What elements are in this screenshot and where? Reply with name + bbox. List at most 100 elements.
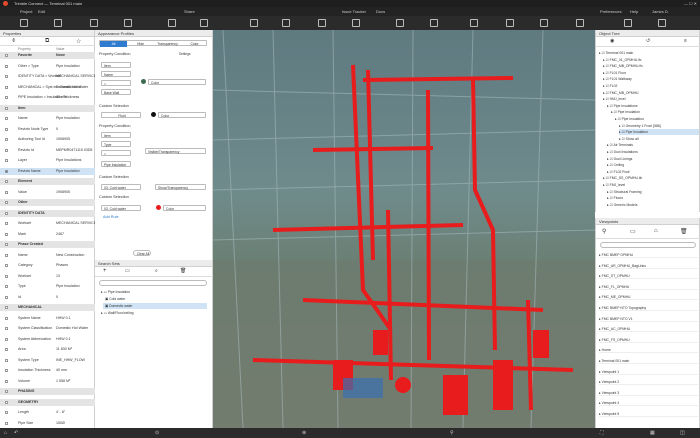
expand-icon[interactable]: ▸ ☑ [607,203,614,207]
property-row[interactable]: Volume 1 558 M³ [0,378,95,385]
clip-icon[interactable] [430,19,438,27]
property-row[interactable]: Id 0 [0,294,95,301]
expand-icon[interactable]: ▸ ☑ [619,124,626,128]
tree-node[interactable]: ▸ ☑ FL01 Walkway [603,76,699,82]
expand-icon[interactable]: ▸ ☑ [607,157,614,161]
property-category[interactable]: Item [0,104,95,112]
expand-icon[interactable]: ▸ ☑ [619,137,626,141]
viewpoint-item[interactable]: ▸ FMC_ME_OPMHU [599,294,698,301]
home-icon[interactable] [20,19,28,27]
tree-node[interactable]: ▸ ☑ Duct Insulations [607,149,699,155]
viewpoint-item[interactable]: ▸ Viewpoint 1 [599,369,698,375]
menu-issue-tracker[interactable]: Issue Tracker [342,7,366,16]
property-row[interactable]: System Abbreviation HHW 0.1 [0,336,95,343]
tree-node[interactable]: ▸ ☑ FMC_SS_OPMHU.ifc [603,175,699,181]
property-row[interactable]: Insulation Thickness 40 mm [0,367,95,374]
favorite-checkbox[interactable] [5,327,8,330]
favorite-checkbox[interactable] [5,358,8,362]
undo-icon[interactable]: ↶ [14,430,18,436]
property-row[interactable]: Other > Type Pipe Insulation [0,63,95,70]
property-category[interactable]: IDENTITY DATA [0,209,95,217]
folder-add-icon[interactable]: ▭ [630,228,636,235]
funnel-icon[interactable]: ⌽ [12,38,16,45]
property-row[interactable]: Mark 2467 [0,231,95,238]
favorite-checkbox[interactable] [5,264,8,267]
viewpoint-item[interactable]: ▸ FMC BMEP OPMHU [599,252,698,258]
custom-selection-fluid[interactable]: Fluid [101,112,141,118]
menu-icon[interactable]: ≡ [684,38,687,44]
favorite-checkbox[interactable] [5,222,8,225]
viewpoint-item[interactable]: ▸ FMC_FS_OPMHU [599,337,698,343]
menu-preferences[interactable]: Preferences [600,7,622,16]
tree-node[interactable]: ▸ ☑ FL02 [603,83,699,89]
search-set-item[interactable]: ▣ Cold water [105,296,125,302]
expand-icon[interactable]: ▸ ☑ [603,71,610,75]
property-row[interactable]: Type Pipe Insulation [0,283,95,290]
user-name[interactable]: James D. [652,7,669,16]
property-row[interactable]: System Type INE_HHW_FLOW [0,357,95,364]
tab-hide[interactable]: Hide [127,41,154,47]
property-row[interactable]: Workset MECHANICAL SERVICE SOCTMORE [0,220,95,227]
color-select[interactable]: Color [148,79,206,85]
tree-node[interactable]: ▸ ☑ FMC_MB_OPMHU.ifc [603,63,699,69]
custom-selection-cold-water[interactable]: 03. Cold water [101,184,141,190]
favorite-checkbox[interactable] [5,159,8,162]
home-icon[interactable]: ⌂ [654,228,658,234]
color-swatch-black[interactable] [151,112,156,117]
tree-node[interactable]: ▸ ☑ Geometry 1 Front [586] [619,123,699,129]
settings-link[interactable]: Settings [179,52,191,56]
tab-transparency[interactable]: Transparency [154,41,181,47]
visibility-select[interactable]: Visible/Transparency [145,148,206,154]
cube-icon[interactable] [318,19,326,27]
favorite-checkbox[interactable] [5,127,8,131]
favorite-checkbox[interactable] [5,54,8,57]
tree-node[interactable]: ▸ ☑ HMJ_level [603,96,699,102]
search-set-item[interactable]: ▸ ▭ Wall/Floor/ceiling [101,310,134,316]
viewpoint-item[interactable]: ▸ FMC_FL_OPMHU [599,284,698,290]
tree-node[interactable]: ▸ ☑ Structural Framing [607,189,699,195]
tree-node[interactable]: ▸ ☑ Duct Linings [607,156,699,162]
tree-node[interactable]: ▸ ☑ Generic Models [607,202,699,208]
add-set-icon[interactable]: + [103,268,107,274]
search-set-item-selected[interactable]: ▣ Domestic water [103,303,207,309]
folder-icon[interactable]: ▭ [125,268,130,274]
add-rule-button[interactable]: Add Rule [103,215,119,219]
favorite-checkbox[interactable] [5,411,8,414]
favorite-checkbox[interactable] [5,96,8,99]
favorite-checkbox[interactable] [5,337,8,341]
favorite-checkbox[interactable] [5,106,8,110]
property-row[interactable]: System Classification Domestic Hot Water [0,325,95,332]
favorite-checkbox[interactable] [5,180,8,183]
viewpoint-item[interactable]: ▸ Viewpoint 2 [599,379,698,386]
property-row[interactable]: Authoring Tool Id 1908905 [0,136,95,143]
favorite-checkbox[interactable] [5,211,8,215]
camera-icon[interactable]: ◫ [680,430,685,436]
expand-icon[interactable]: ▸ ☑ [607,104,614,108]
model-render[interactable] [213,30,595,428]
clear-all-button[interactable]: Clear All [133,250,151,256]
issue-icon[interactable] [352,19,360,27]
property-row[interactable]: Area 11 830 M² [0,346,95,353]
property-category[interactable]: MECHANICAL [0,304,95,311]
viewpoints-search[interactable] [600,242,696,248]
expand-icon[interactable]: ▸ ☑ [611,110,618,114]
property-row[interactable]: Revizto Node Type 0 [0,126,95,133]
favorite-checkbox[interactable] [5,201,8,204]
fullscreen-icon[interactable]: ⛶ [600,430,604,436]
color-select-3[interactable]: Color [163,205,206,211]
viewpoint-item[interactable]: ▸ Viewpoint 5 [599,411,698,417]
favorite-checkbox[interactable] [5,379,8,383]
expand-icon[interactable]: ▸ ☑ [603,64,610,68]
color-swatch-green[interactable] [141,79,146,84]
search-set-folder[interactable]: ▸ ▭ Pipe Insulation [101,289,130,295]
property-category[interactable]: Phase Created [0,241,95,248]
expand-icon[interactable]: ▸ ☑ [607,150,614,154]
grid-icon[interactable] [396,19,404,27]
export-icon[interactable] [540,19,548,27]
color-select-2[interactable]: Color [158,112,206,118]
property-row[interactable]: PIPE Insulation > Insulation Thickness 40… [0,94,95,101]
menu-edit[interactable]: Edit [38,7,45,16]
property-category[interactable]: Favorite None [0,52,95,59]
tree-node[interactable]: ▸ ☑ Ceiling [607,162,699,168]
property-row[interactable]: Value 1908905 [0,189,95,196]
